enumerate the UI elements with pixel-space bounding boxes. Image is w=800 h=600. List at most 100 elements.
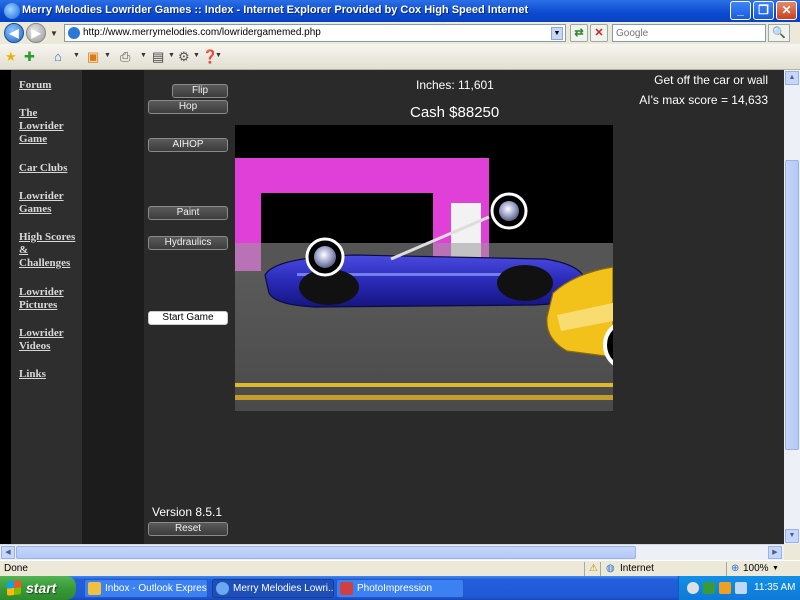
photoimpression-icon <box>340 582 353 595</box>
minimize-button[interactable]: _ <box>730 1 751 20</box>
tray-security-icon[interactable] <box>703 582 715 594</box>
tray-network-icon[interactable] <box>687 582 699 594</box>
page-menu-icon[interactable]: ▤ <box>152 49 164 65</box>
window-title-bar[interactable]: Merry Melodies Lowrider Games :: Index -… <box>0 0 800 22</box>
address-url[interactable]: http://www.merrymelodies.com/lowridergam… <box>83 27 321 38</box>
scroll-left-icon[interactable]: ◀ <box>1 546 15 559</box>
home-icon[interactable]: ⌂ <box>54 49 62 65</box>
blue-car-tire <box>497 265 553 301</box>
tray-volume-icon[interactable] <box>735 582 747 594</box>
taskbar-clock[interactable]: 11:35 AM <box>754 582 796 593</box>
start-label: start <box>26 580 57 596</box>
feeds-dropdown-icon[interactable]: ▼ <box>104 52 111 59</box>
horizontal-scrollbar[interactable]: ◀ ▶ <box>0 544 784 560</box>
taskbar-item-ie[interactable]: Merry Melodies Lowri... <box>212 579 334 598</box>
road-stripe <box>235 395 613 400</box>
taskbar-item-label: Inbox - Outlook Express <box>105 583 208 594</box>
hydraulics-button[interactable]: Hydraulics <box>148 236 228 250</box>
ie-icon <box>216 582 229 595</box>
outlook-express-icon <box>88 582 101 595</box>
version-label: Version 8.5.1 <box>152 505 223 519</box>
inches-readout: Inches: 11,601 <box>416 78 494 92</box>
scroll-right-icon[interactable]: ▶ <box>768 546 782 559</box>
internet-zone-icon: ◍ <box>606 563 615 574</box>
search-icon[interactable]: 🔍 <box>768 24 790 42</box>
game-viewport[interactable] <box>235 125 613 411</box>
start-game-button[interactable]: Start Game <box>148 311 228 325</box>
game-scene <box>235 125 613 411</box>
windows-flag-icon <box>7 580 21 596</box>
search-input[interactable] <box>613 25 765 41</box>
sidebar-gutter <box>82 70 144 544</box>
sidebar-link-links[interactable]: Links <box>19 368 81 381</box>
blue-car-hubcap <box>499 201 519 221</box>
horizontal-scroll-thumb[interactable] <box>16 546 636 559</box>
page-content: Forum The Lowrider Game Car Clubs Lowrid… <box>0 70 800 544</box>
site-sidebar: Forum The Lowrider Game Car Clubs Lowrid… <box>11 70 82 544</box>
sidebar-link-forum[interactable]: Forum <box>19 79 81 92</box>
sidebar-link-lowrider-games[interactable]: Lowrider Games <box>19 190 81 216</box>
road-stripe <box>235 383 613 387</box>
print-icon[interactable]: ⎙ <box>120 49 130 65</box>
tools-dropdown-icon[interactable]: ▼ <box>193 52 200 59</box>
sidebar-link-the-lowrider-game[interactable]: The Lowrider Game <box>19 107 81 146</box>
flip-button[interactable]: Flip <box>172 84 228 98</box>
favorites-star-icon[interactable]: ★ <box>5 49 17 65</box>
page-dropdown-icon[interactable]: ▼ <box>168 52 175 59</box>
zoom-dropdown-icon[interactable]: ▼ <box>772 565 779 572</box>
maximize-button[interactable]: ❐ <box>753 1 774 20</box>
status-divider <box>600 562 601 576</box>
game-area: Flip Hop AIHOP Paint Hydraulics Start Ga… <box>144 70 784 544</box>
system-tray: 11:35 AM <box>678 576 800 600</box>
taskbar-item-label: Merry Melodies Lowri... <box>233 583 334 594</box>
taskbar-item-outlook[interactable]: Inbox - Outlook Express <box>84 579 208 598</box>
taskbar-item-photoimpression[interactable]: PhotoImpression <box>336 579 464 598</box>
tray-update-icon[interactable] <box>719 582 731 594</box>
scroll-up-icon[interactable]: ▲ <box>785 71 799 85</box>
command-toolbar: ★ ✚ ⌂ ▼ ▣ ▼ ⎙ ▼ ▤ ▼ ⚙ ▼ ❓ ▼ <box>0 44 800 70</box>
protected-mode-icon: ⚠ <box>589 563 598 574</box>
game-message: Get off the car or wall <box>654 73 768 87</box>
vertical-scroll-thumb[interactable] <box>785 160 799 450</box>
status-divider <box>726 562 727 576</box>
address-toolbar: ◀ ▶ ▼ http://www.merrymelodies.com/lowri… <box>0 22 800 44</box>
scrollbar-corner <box>784 544 800 560</box>
aihop-button[interactable]: AIHOP <box>148 138 228 152</box>
reset-button[interactable]: Reset <box>148 522 228 536</box>
back-button[interactable]: ◀ <box>4 23 24 43</box>
address-field[interactable]: http://www.merrymelodies.com/lowridergam… <box>64 24 566 42</box>
home-dropdown-icon[interactable]: ▼ <box>73 52 80 59</box>
feeds-icon[interactable]: ▣ <box>87 49 99 65</box>
cash-readout: Cash $88250 <box>410 104 500 121</box>
search-field[interactable] <box>612 24 766 42</box>
zoom-icon[interactable]: ⊕ <box>731 563 739 574</box>
start-button[interactable]: start <box>0 576 76 600</box>
hop-button[interactable]: Hop <box>148 100 228 114</box>
print-dropdown-icon[interactable]: ▼ <box>140 52 147 59</box>
blue-car-hubcap <box>314 246 336 268</box>
scroll-down-icon[interactable]: ▼ <box>785 529 799 543</box>
page-icon <box>68 27 80 39</box>
sidebar-link-car-clubs[interactable]: Car Clubs <box>19 162 81 175</box>
sidebar-link-high-scores[interactable]: High Scores & Challenges <box>19 231 81 270</box>
help-dropdown-icon[interactable]: ▼ <box>215 52 222 59</box>
add-favorites-icon[interactable]: ✚ <box>24 49 35 65</box>
refresh-button[interactable]: ⇄ <box>570 24 588 42</box>
paint-button[interactable]: Paint <box>148 206 228 220</box>
zone-label[interactable]: Internet <box>620 563 654 574</box>
sidebar-link-lowrider-pictures[interactable]: Lowrider Pictures <box>19 286 81 312</box>
vertical-scrollbar[interactable]: ▲ ▼ <box>784 70 800 544</box>
address-dropdown-icon[interactable]: ▼ <box>551 27 563 40</box>
zoom-level[interactable]: 100% <box>743 563 769 574</box>
ie-icon <box>4 3 20 19</box>
sidebar-link-lowrider-videos[interactable]: Lowrider Videos <box>19 327 81 353</box>
history-dropdown-icon[interactable]: ▼ <box>50 29 58 38</box>
status-bar: Done ⚠ ◍ Internet ⊕ 100% ▼ <box>0 560 800 576</box>
stop-button[interactable]: ✕ <box>590 24 608 42</box>
forward-button[interactable]: ▶ <box>26 23 46 43</box>
status-text: Done <box>4 563 28 574</box>
windows-taskbar: start Inbox - Outlook Express Merry Melo… <box>0 576 800 600</box>
tools-gear-icon[interactable]: ⚙ <box>178 49 190 65</box>
window-title: Merry Melodies Lowrider Games :: Index -… <box>22 4 529 16</box>
close-button[interactable]: ✕ <box>776 1 797 20</box>
